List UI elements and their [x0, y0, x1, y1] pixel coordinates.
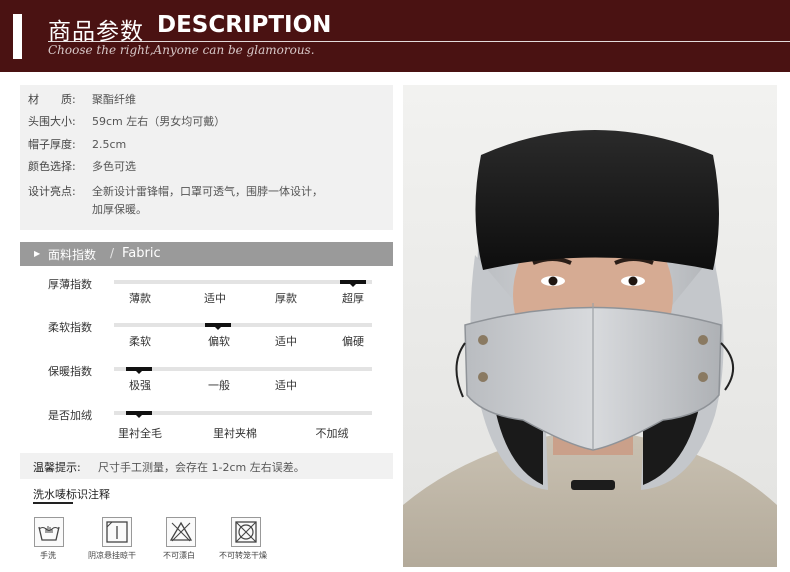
header-banner: 商品参数 DESCRIPTION Choose the right,Anyone… — [0, 0, 790, 72]
index-option: 不加绒 — [315, 427, 349, 440]
index-label-warmth: 保暖指数 — [48, 365, 92, 378]
fabric-separator: / — [110, 246, 115, 260]
index-track-warmth — [114, 367, 372, 371]
index-option: 适中 — [204, 292, 226, 305]
index-marker-warmth — [126, 367, 152, 374]
tip-text: 尺寸手工测量，会存在 1-2cm 左右误差。 — [98, 461, 305, 474]
index-track-softness — [114, 323, 372, 327]
wash-caption: 不可漂白 — [163, 551, 195, 560]
tip-panel: 温馨提示: 尺寸手工测量，会存在 1-2cm 左右误差。 — [20, 453, 393, 479]
wash-caption: 不可转笼干燥 — [219, 551, 267, 560]
index-option-selected: 里衬全毛 — [118, 427, 162, 440]
wash-caption: 阴凉悬挂晾干 — [88, 551, 136, 560]
spec-head-size: 头围大小: 59cm 左右（男女均可戴） — [28, 113, 225, 129]
spec-label: 材 质: — [28, 93, 76, 106]
index-option: 偏硬 — [342, 335, 364, 348]
spec-color: 颜色选择: 多色可选 — [28, 158, 136, 174]
fabric-title-en: Fabric — [122, 246, 161, 261]
spec-label: 设计亮点: — [28, 185, 76, 198]
index-option: 柔软 — [129, 335, 151, 348]
index-option: 一般 — [208, 379, 230, 392]
index-label-thickness: 厚薄指数 — [48, 278, 92, 291]
fabric-title-cn: 面料指数 — [48, 248, 97, 262]
wash-title-underline — [33, 502, 73, 504]
spec-value: 全新设计雷锋帽，口罩可透气，围脖一体设计， — [92, 185, 323, 198]
no-bleach-icon — [166, 517, 196, 547]
index-option: 里衬夹棉 — [213, 427, 257, 440]
header-subtitle: Choose the right,Anyone can be glamorous… — [48, 43, 315, 57]
spec-value: 59cm 左右（男女均可戴） — [92, 115, 226, 128]
index-marker-softness — [205, 323, 231, 330]
spec-design-cont: 加厚保暖。 — [92, 203, 147, 216]
index-option-selected: 超厚 — [342, 292, 364, 305]
header-divider — [48, 41, 790, 42]
shade-drip-dry-icon — [102, 517, 132, 547]
fabric-header: ▶ 面料指数 / Fabric — [20, 242, 393, 266]
index-option: 薄款 — [129, 292, 151, 305]
index-label-fleece: 是否加绒 — [48, 409, 92, 422]
index-option: 适中 — [275, 379, 297, 392]
spec-material: 材 质: 聚酯纤维 — [28, 91, 136, 107]
hand-wash-icon — [34, 517, 64, 547]
product-photo — [403, 85, 777, 567]
index-option-selected: 偏软 — [208, 335, 230, 348]
spec-thickness: 帽子厚度: 2.5cm — [28, 136, 126, 152]
tip-label: 温馨提示: — [33, 461, 81, 474]
index-label-softness: 柔软指数 — [48, 321, 92, 334]
no-tumble-dry-icon — [231, 517, 261, 547]
spec-value: 聚酯纤维 — [92, 93, 136, 106]
header-title-en: DESCRIPTION — [157, 12, 332, 38]
triangle-right-icon: ▶ — [34, 249, 41, 258]
spec-value: 2.5cm — [92, 138, 127, 151]
spec-design: 设计亮点: 全新设计雷锋帽，口罩可透气，围脖一体设计， — [28, 183, 323, 199]
index-marker-thickness — [340, 280, 366, 287]
spec-label: 颜色选择: — [28, 160, 76, 173]
spec-label: 帽子厚度: — [28, 138, 76, 151]
wash-title: 洗水唛标识注释 — [33, 488, 110, 501]
header-accent-bar — [13, 14, 22, 59]
index-marker-fleece — [126, 411, 152, 418]
index-option: 适中 — [275, 335, 297, 348]
spec-value: 多色可选 — [92, 160, 136, 173]
index-option: 厚款 — [275, 292, 297, 305]
index-track-thickness — [114, 280, 372, 284]
index-option-selected: 极强 — [129, 379, 151, 392]
wash-caption: 手洗 — [40, 551, 56, 560]
spec-label: 头围大小: — [28, 115, 76, 128]
index-track-fleece — [114, 411, 372, 415]
